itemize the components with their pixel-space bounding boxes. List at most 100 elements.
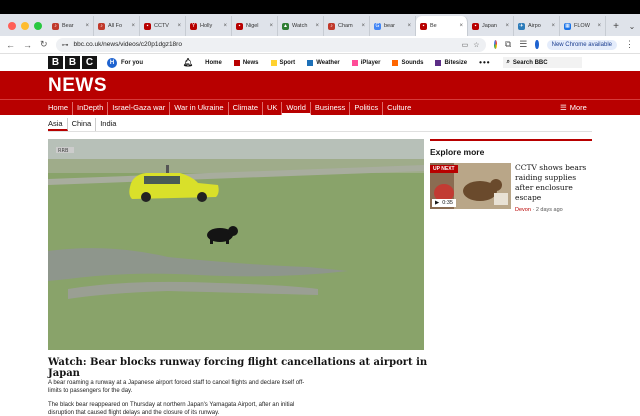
- browser-tab[interactable]: ♪ Cham ×: [324, 16, 370, 36]
- minimize-window-button[interactable]: [21, 22, 29, 30]
- up-next-title[interactable]: CCTV shows bears raiding supplies after …: [515, 163, 593, 203]
- tab-title: Japan: [482, 23, 497, 29]
- section-link-home[interactable]: Home: [48, 102, 74, 115]
- tab-favicon-icon: ✈: [518, 22, 525, 30]
- region-link-asia[interactable]: Asia: [48, 118, 68, 131]
- section-link-war-in-ukraine[interactable]: War in Ukraine: [170, 102, 229, 115]
- forward-arrow-icon[interactable]: →: [23, 40, 32, 50]
- window-controls: [0, 22, 48, 36]
- tab-close-icon[interactable]: ×: [131, 23, 135, 29]
- tab-title: Nigel: [246, 23, 259, 29]
- cast-icon[interactable]: ▭: [462, 41, 469, 49]
- bbc-nav-label: Bitesize: [444, 59, 468, 66]
- tab-favicon-icon: ♪: [98, 22, 105, 30]
- news-section-nav: Home InDepth Israel-Gaza war War in Ukraine…: [0, 99, 640, 115]
- news-wordmark[interactable]: NEWS: [48, 75, 107, 97]
- new-chrome-available-button[interactable]: New Chrome available: [546, 39, 617, 50]
- bbc-logo[interactable]: BBC: [48, 56, 97, 69]
- browser-tab[interactable]: Y Holly ×: [186, 16, 232, 36]
- section-link-climate[interactable]: Climate: [229, 102, 263, 115]
- browser-tab[interactable]: ▪ Nigel ×: [232, 16, 278, 36]
- address-bar[interactable]: ⊶ bbc.co.uk/news/videos/c20p1dgz18ro ▭ ☆: [55, 37, 486, 52]
- browser-tab[interactable]: ▪ Be ×: [416, 16, 468, 36]
- browser-tab[interactable]: ▦ FLOW ×: [560, 16, 606, 36]
- play-button[interactable]: ▶ 0:35: [432, 199, 456, 207]
- tab-title: CCTV: [154, 23, 169, 29]
- profile-avatar[interactable]: [535, 40, 539, 49]
- bbc-nav-iplayer[interactable]: iPlayer: [351, 59, 381, 66]
- section-link-culture[interactable]: Culture: [383, 102, 415, 115]
- close-window-button[interactable]: [8, 22, 16, 30]
- tab-close-icon[interactable]: ×: [361, 23, 365, 29]
- browser-tab[interactable]: ♪ All Fo ×: [94, 16, 140, 36]
- bbc-nav-news[interactable]: News: [233, 59, 259, 66]
- site-info-icon[interactable]: ⊶: [62, 41, 69, 49]
- bbc-nav-label: iPlayer: [360, 59, 381, 66]
- bbc-nav-sport[interactable]: Sport: [270, 59, 295, 66]
- tab-close-icon[interactable]: ×: [505, 23, 509, 29]
- location-tag[interactable]: Devon: [515, 207, 531, 213]
- tab-favicon-icon: ▪: [144, 22, 151, 30]
- section-link-indepth[interactable]: InDepth: [73, 102, 109, 115]
- article-headline: Watch: Bear blocks runway forcing flight…: [48, 357, 428, 379]
- tab-title: Watch: [292, 23, 308, 29]
- browser-tab[interactable]: ▲ Watch ×: [278, 16, 324, 36]
- up-next-badge: UP NEXT: [430, 165, 458, 173]
- back-arrow-icon[interactable]: ←: [6, 40, 15, 50]
- tab-favicon-icon: ▪: [236, 22, 243, 30]
- nav-brand-icon: [392, 59, 399, 66]
- tab-title: FLOW: [574, 23, 590, 29]
- reload-icon[interactable]: ↻: [40, 39, 48, 50]
- zoom-window-button[interactable]: [34, 22, 42, 30]
- more-dots-icon[interactable]: •••: [479, 58, 490, 67]
- section-link-israel-gaza-war[interactable]: Israel-Gaza war: [108, 102, 171, 115]
- chrome-menu-icon[interactable]: ⋮: [625, 39, 634, 50]
- tab-close-icon[interactable]: ×: [407, 23, 411, 29]
- tab-close-icon[interactable]: ×: [597, 23, 601, 29]
- tab-close-icon[interactable]: ×: [269, 23, 273, 29]
- tab-groups-icon[interactable]: ☰: [519, 39, 527, 50]
- section-link-politics[interactable]: Politics: [350, 102, 384, 115]
- search-bbc-button[interactable]: ⌕ Search BBC: [502, 57, 582, 68]
- bbc-nav-bitesize[interactable]: Bitesize: [435, 59, 468, 66]
- region-link-india[interactable]: India: [96, 118, 120, 131]
- more-label: More: [569, 103, 587, 112]
- bookmark-star-icon[interactable]: ☆: [473, 41, 479, 49]
- extension-icon[interactable]: [493, 40, 497, 49]
- up-next-card[interactable]: UP NEXT ▶ 0:35 CCTV shows bears raiding …: [430, 163, 592, 213]
- bbc-nav-home[interactable]: Home: [205, 60, 222, 66]
- more-menu-button[interactable]: ☰ More: [560, 103, 587, 112]
- bbc-main-nav: 🔔︎ Home News Sport Weather iPlayer Sounds Bite…: [183, 57, 582, 68]
- section-link-world[interactable]: World: [282, 102, 311, 115]
- nav-brand-icon: [233, 59, 240, 66]
- tab-close-icon[interactable]: ×: [459, 23, 463, 29]
- browser-tab[interactable]: ✈ Airpo ×: [514, 16, 560, 36]
- tab-close-icon[interactable]: ×: [315, 23, 319, 29]
- for-you-link[interactable]: H For you: [107, 57, 143, 68]
- section-link-business[interactable]: Business: [311, 102, 351, 115]
- video-player[interactable]: RRB: [48, 139, 424, 350]
- new-tab-button[interactable]: +: [608, 21, 624, 36]
- section-link-uk[interactable]: UK: [263, 102, 283, 115]
- tab-close-icon[interactable]: ×: [177, 23, 181, 29]
- notification-bell-icon[interactable]: 🔔︎: [183, 58, 193, 67]
- browser-tab[interactable]: ▪ Japan ×: [468, 16, 514, 36]
- up-next-meta: Devon · 2 days ago: [515, 207, 563, 213]
- browser-tab[interactable]: ▪ CCTV ×: [140, 16, 186, 36]
- browser-tab[interactable]: Gbear ×: [370, 16, 416, 36]
- divider: [48, 131, 592, 132]
- tab-title: Bear: [62, 23, 74, 29]
- region-link-china[interactable]: China: [68, 118, 97, 131]
- up-next-thumbnail[interactable]: UP NEXT ▶ 0:35: [430, 163, 511, 209]
- tab-search-chevron-icon[interactable]: ⌄: [624, 22, 640, 36]
- extensions-puzzle-icon[interactable]: ⧉: [505, 39, 511, 50]
- explore-more-section: Explore more UP NEXT ▶ 0:35 CCTV shows b…: [430, 139, 592, 213]
- browser-tab[interactable]: ♪ Bear ×: [48, 16, 94, 36]
- video-duration: 0:35: [442, 200, 453, 206]
- tab-close-icon[interactable]: ×: [85, 23, 89, 29]
- bbc-nav-sounds[interactable]: Sounds: [392, 59, 423, 66]
- tab-close-icon[interactable]: ×: [223, 23, 227, 29]
- bbc-header: BBC H For you 🔔︎ Home News Sport Weather iPl…: [0, 54, 640, 71]
- tab-close-icon[interactable]: ×: [551, 23, 555, 29]
- bbc-nav-weather[interactable]: Weather: [307, 59, 340, 66]
